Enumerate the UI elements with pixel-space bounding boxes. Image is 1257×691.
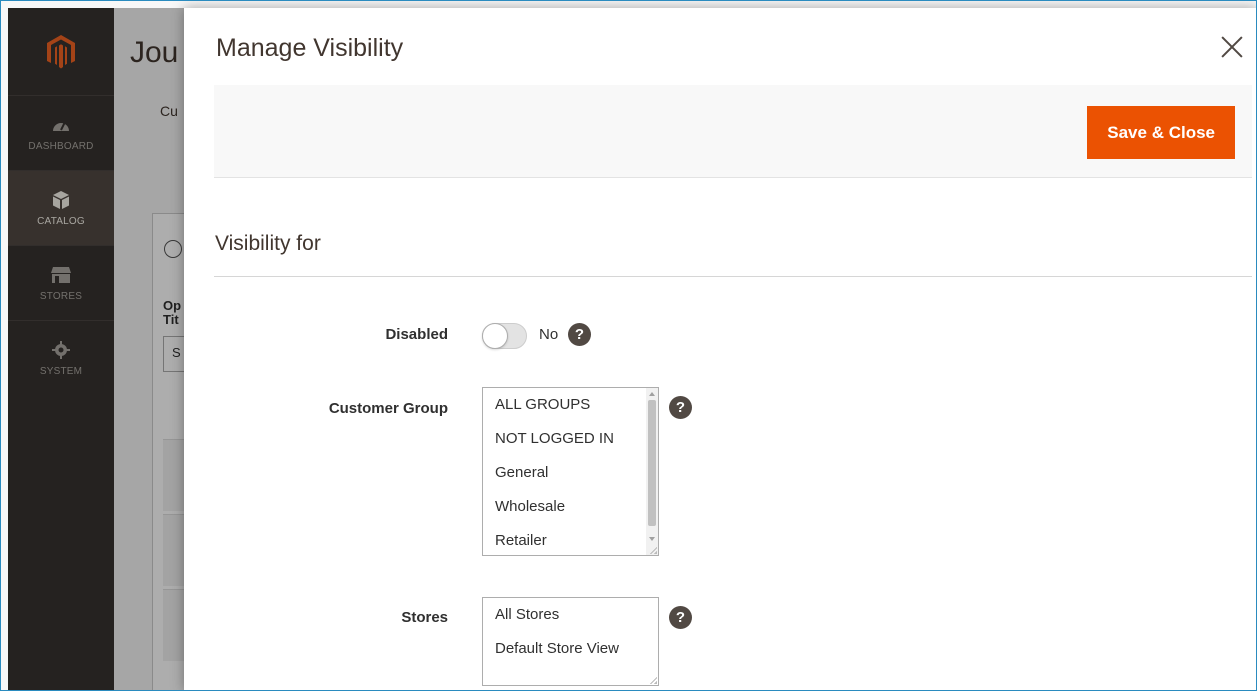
list-item[interactable]: All Stores (483, 598, 658, 632)
help-icon[interactable]: ? (669, 606, 692, 629)
toggle-knob (482, 323, 508, 349)
stores-label: Stores (401, 609, 448, 626)
resize-grip-icon[interactable] (649, 676, 657, 684)
list-item[interactable]: General (483, 456, 658, 490)
disabled-label: Disabled (385, 326, 448, 343)
manage-visibility-modal: Manage Visibility Save & Close Visibilit… (184, 8, 1257, 691)
list-item[interactable]: Default Store View (483, 632, 658, 666)
section-title: Visibility for (215, 232, 321, 255)
scroll-up-icon[interactable] (649, 392, 655, 396)
disabled-state-text: No (539, 326, 559, 343)
scrollbar-thumb[interactable] (648, 400, 656, 526)
modal-action-bar: Save & Close (214, 85, 1252, 178)
customer-group-multiselect[interactable]: ALL GROUPS NOT LOGGED IN General Wholesa… (482, 387, 659, 556)
help-icon[interactable]: ? (669, 396, 692, 419)
customer-group-label: Customer Group (328, 400, 448, 417)
list-item[interactable]: Retailer (483, 524, 658, 555)
close-icon[interactable] (1217, 32, 1247, 62)
disabled-toggle[interactable] (482, 323, 527, 349)
list-item[interactable]: ALL GROUPS (483, 388, 658, 422)
list-item[interactable]: Wholesale (483, 490, 658, 524)
list-item[interactable]: NOT LOGGED IN (483, 422, 658, 456)
section-divider (214, 276, 1252, 277)
resize-grip-icon[interactable] (649, 546, 657, 554)
help-icon[interactable]: ? (568, 323, 591, 346)
scrollbar[interactable] (646, 388, 658, 555)
stores-multiselect[interactable]: All Stores Default Store View (482, 597, 659, 686)
modal-title: Manage Visibility (216, 34, 404, 62)
scroll-down-icon[interactable] (649, 537, 655, 541)
save-and-close-button[interactable]: Save & Close (1087, 106, 1235, 159)
